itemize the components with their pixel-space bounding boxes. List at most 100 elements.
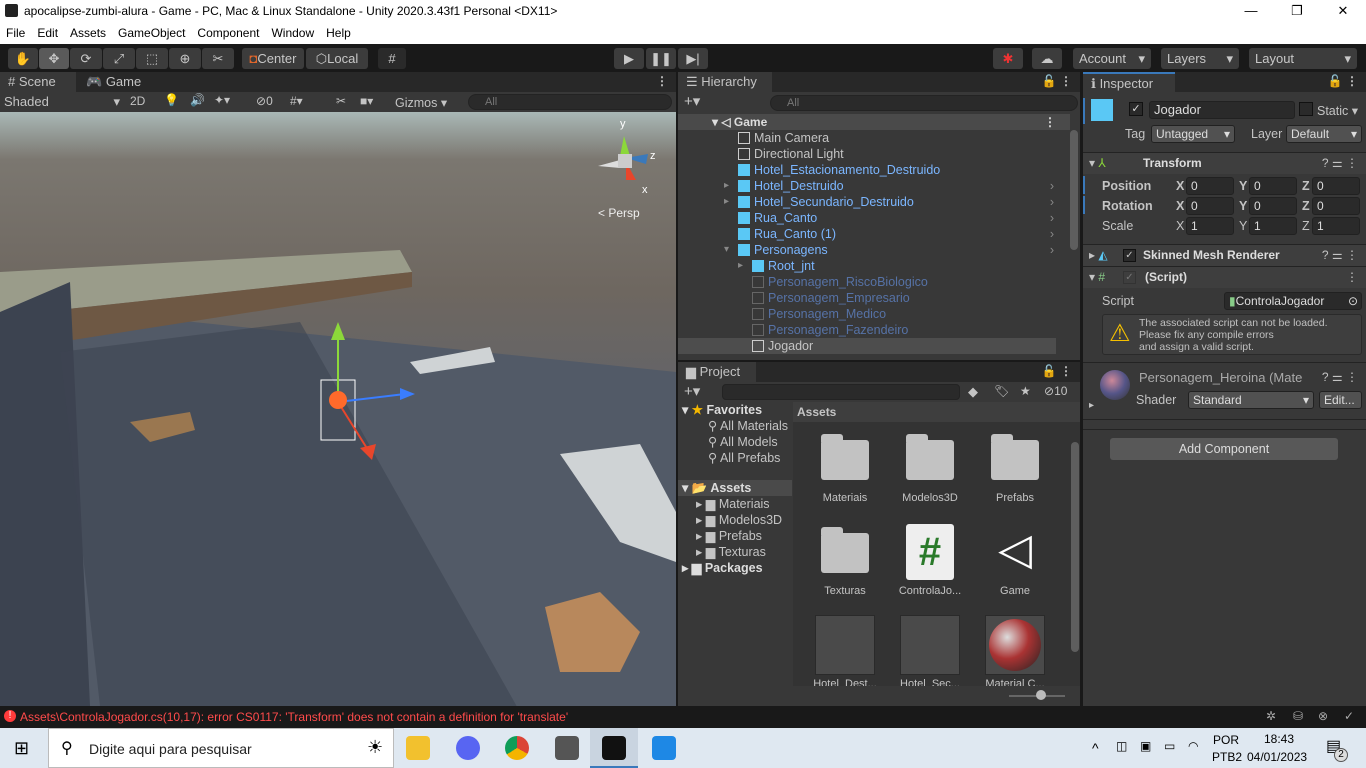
battery-icon[interactable]: ▭ [1164, 739, 1175, 753]
tab-inspector[interactable]: ℹ Inspector [1083, 72, 1175, 92]
collab-icon[interactable]: ✱ [993, 48, 1023, 69]
scene-row[interactable]: ▾ ◁ Game ⋮ [678, 114, 1070, 130]
tree-favorites[interactable]: ▾ ★ Favorites [682, 402, 762, 417]
tab-scene[interactable]: # Scene [0, 72, 76, 92]
lock-and-menu-icon[interactable]: 🔓 ⋮ [1328, 74, 1358, 88]
menu-edit[interactable]: Edit [31, 26, 64, 40]
material-thumbnail[interactable] [985, 615, 1045, 675]
active-checkbox[interactable]: ✓ [1129, 102, 1143, 116]
shader-edit-button[interactable]: Edit... [1319, 391, 1362, 409]
shader-dropdown[interactable]: Standard ▾ [1188, 391, 1314, 409]
tree-fav-item[interactable]: ⚲ All Materials [708, 418, 788, 433]
filter-label-icon[interactable]: 🏷 [994, 384, 1009, 398]
script-enabled-checkbox[interactable]: ✓ [1123, 271, 1136, 284]
static-checkbox[interactable] [1299, 102, 1313, 116]
account-dropdown[interactable]: Account ▾ [1073, 48, 1151, 69]
hierarchy-item[interactable]: Rua_Canto (1) › [678, 226, 1056, 242]
folder-icon[interactable] [821, 434, 869, 480]
hierarchy-item[interactable]: Rua_Canto › [678, 210, 1056, 226]
csharp-script-icon[interactable]: # [906, 524, 954, 580]
gizmos-dropdown[interactable]: Gizmos ▾ [395, 95, 447, 110]
minimize-button[interactable]: — [1228, 0, 1274, 22]
folder-icon[interactable] [991, 434, 1039, 480]
hand-tool-icon[interactable]: ✋ [8, 48, 38, 69]
hierarchy-item[interactable]: ▾ Personagens › [678, 242, 1056, 258]
menu-help[interactable]: Help [320, 26, 357, 40]
layers-dropdown[interactable]: Layers ▾ [1161, 48, 1239, 69]
tray-overflow-icon[interactable]: ^ [1092, 740, 1099, 756]
scale-tool-icon[interactable]: ⤢ [103, 48, 135, 69]
object-name-field[interactable]: Jogador [1149, 101, 1295, 119]
script-object-field[interactable]: ▮ControlaJogador ⊙ [1224, 292, 1362, 310]
lock-and-menu-icon[interactable]: 🔓 ⋮ [1042, 364, 1072, 378]
position-y-field[interactable]: 0 [1249, 177, 1297, 195]
tree-packages[interactable]: ▸ ▆ Packages [682, 560, 763, 575]
rotation-z-field[interactable]: 0 [1312, 197, 1360, 215]
hierarchy-item[interactable]: Personagem_RiscoBiologico [678, 274, 1056, 290]
camera-icon[interactable]: ■▾ [360, 94, 373, 108]
position-z-field[interactable]: 0 [1312, 177, 1360, 195]
create-button[interactable]: +▾ [684, 92, 700, 110]
hierarchy-item[interactable]: Personagem_Fazendeiro [678, 322, 1056, 338]
bake-icon[interactable]: ⊗ [1318, 709, 1328, 723]
windows-start-icon[interactable]: ⊞ [14, 738, 29, 759]
layout-dropdown[interactable]: Layout ▾ [1249, 48, 1357, 69]
icon-size-slider[interactable] [1036, 690, 1046, 700]
hierarchy-item[interactable]: ▸ Root_jnt [678, 258, 1056, 274]
hierarchy-search-input[interactable]: All [770, 95, 1078, 111]
folder-icon[interactable] [821, 527, 869, 573]
vscode-icon[interactable] [652, 736, 676, 760]
scale-x-field[interactable]: 1 [1186, 217, 1234, 235]
menu-file[interactable]: File [0, 26, 31, 40]
menu-window[interactable]: Window [265, 26, 320, 40]
tree-fav-item[interactable]: ⚲ All Prefabs [708, 450, 780, 465]
create-asset-button[interactable]: +▾ [684, 382, 700, 400]
hierarchy-item[interactable]: Main Camera [678, 130, 1056, 146]
custom-tool-icon[interactable]: ✂ [202, 48, 234, 69]
language-indicator[interactable]: POR [1213, 733, 1239, 747]
scene-search-input[interactable]: All [468, 94, 672, 110]
lock-and-menu-icon[interactable]: 🔓 ⋮ [1042, 74, 1072, 88]
rotate-tool-icon[interactable]: ⟳ [70, 48, 102, 69]
cache-icon[interactable]: ⛁ [1293, 709, 1303, 723]
material-foldout[interactable]: ▸ [1089, 400, 1094, 411]
perspective-label[interactable]: < Persp [598, 206, 640, 220]
tab-game[interactable]: 🎮 Game [78, 72, 149, 92]
close-button[interactable]: ✕ [1320, 0, 1366, 22]
shading-dropdown[interactable]: Shaded ▾ [4, 94, 120, 110]
hierarchy-scrollbar[interactable] [1070, 130, 1078, 250]
orientation-gizmo[interactable]: y z x [596, 118, 656, 200]
pivot-local-button[interactable]: ⬡ Local [306, 48, 368, 69]
step-button[interactable]: ▶| [678, 48, 708, 69]
menu-assets[interactable]: Assets [64, 26, 112, 40]
hierarchy-item[interactable]: Personagem_Medico [678, 306, 1056, 322]
chrome-icon[interactable] [505, 736, 529, 760]
scene-viewport[interactable]: y z x < Persp [0, 112, 676, 706]
project-scrollbar[interactable] [1071, 442, 1079, 652]
effects-icon[interactable]: ✦▾ [214, 93, 230, 107]
tag-dropdown[interactable]: Untagged ▾ [1151, 125, 1235, 143]
clock-date[interactable]: 04/01/2023 [1247, 750, 1307, 764]
tab-project[interactable]: ▆ Project [678, 362, 756, 382]
hierarchy-item[interactable]: Directional Light [678, 146, 1056, 162]
scale-z-field[interactable]: 1 [1312, 217, 1360, 235]
menu-gameobject[interactable]: GameObject [112, 26, 191, 40]
2d-toggle[interactable]: 2D [130, 94, 145, 108]
layer-dropdown[interactable]: Default ▾ [1286, 125, 1362, 143]
script-component-header[interactable]: ▾ # ✓ (Script) ⋮ [1083, 266, 1366, 288]
lighting-icon[interactable]: 💡 [164, 93, 179, 107]
skinned-mesh-renderer-header[interactable]: ▸ ◭ ✓ Skinned Mesh Renderer ? ⚌ ⋮ [1083, 244, 1366, 266]
model-thumbnail[interactable] [900, 615, 960, 675]
grid-snap-icon[interactable]: # [378, 48, 406, 69]
transform-tool-icon[interactable]: ⊕ [169, 48, 201, 69]
clock-time[interactable]: 18:43 [1264, 732, 1294, 746]
model-thumbnail[interactable] [815, 615, 875, 675]
position-x-field[interactable]: 0 [1186, 177, 1234, 195]
unity-editor-taskbar-button[interactable] [590, 728, 638, 768]
transform-header[interactable]: ▾ ⅄ Transform ? ⚌ ⋮ [1083, 152, 1366, 174]
discord-icon[interactable] [456, 736, 480, 760]
tools-icon[interactable]: ✂ [336, 94, 346, 108]
hidden-packages-toggle[interactable]: ⊘10 [1044, 384, 1067, 398]
hidden-objects-toggle[interactable]: ⊘0 [256, 94, 273, 108]
tree-fav-item[interactable]: ⚲ All Models [708, 434, 778, 449]
